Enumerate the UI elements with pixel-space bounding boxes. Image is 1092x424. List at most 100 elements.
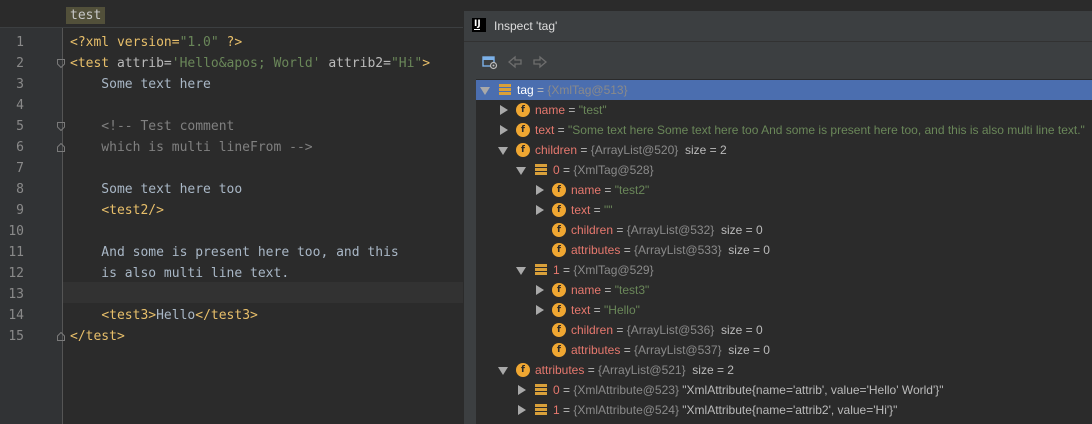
code-line[interactable]: <?xml version="1.0" ?>: [70, 32, 242, 53]
fold-marker-icon[interactable]: [57, 122, 65, 131]
tree-node[interactable]: tag = {XmlTag@513}: [476, 80, 1092, 100]
code-token: >: [422, 56, 431, 71]
tree-node[interactable]: f name = "test3": [476, 280, 1092, 300]
node-name: 1: [553, 403, 560, 417]
fold-marker-icon[interactable]: [57, 143, 65, 152]
line-number: 5: [16, 119, 24, 134]
fold-marker-icon[interactable]: [57, 59, 65, 68]
tree-node[interactable]: f name = "test": [476, 100, 1092, 120]
code-line[interactable]: <!-- Test comment: [70, 116, 234, 137]
code-line[interactable]: <test3>Hello</test3>: [70, 305, 258, 326]
line-number: 11: [8, 245, 24, 260]
code-editor[interactable]: test 1 2 3 4 5 6 7 8 9 10 11 12 13 14 15 <?xml version…: [0, 0, 463, 424]
fold-marker-icon[interactable]: [57, 332, 65, 341]
code-line[interactable]: Some text here: [70, 74, 211, 95]
node-type: {XmlAttribute@524}: [573, 403, 679, 417]
tree-node[interactable]: f text = "Some text here Some text here t…: [476, 120, 1092, 140]
expand-arrow-closed-icon[interactable]: [536, 285, 544, 295]
code-token: "1.0": [179, 35, 219, 50]
tree-node[interactable]: f children = {ArrayList@532} size = 0: [476, 220, 1092, 240]
line-number: 10: [8, 224, 24, 239]
node-size: size = 2: [692, 363, 734, 377]
line-number-gutter[interactable]: 1 2 3 4 5 6 7 8 9 10 11 12 13 14 15: [0, 28, 65, 424]
field-icon: f: [516, 363, 530, 377]
node-value: "": [604, 203, 613, 217]
tree-node-label: text = "Hello": [571, 303, 640, 317]
tree-node[interactable]: f attributes = {ArrayList@533} size = 0: [476, 240, 1092, 260]
expand-arrow-open-icon[interactable]: [516, 167, 526, 175]
node-value: "test": [578, 103, 607, 117]
code-line[interactable]: <test attrib='Hello&apos; World' attrib2…: [70, 53, 430, 74]
line-number: 4: [16, 98, 24, 113]
code-line[interactable]: And some is present here too, and this: [70, 242, 398, 263]
node-name: attributes: [571, 343, 621, 357]
inspect-window: IJ Inspect 'tag' tag = {XmlTag@513} f name…: [463, 11, 1092, 424]
expand-arrow-open-icon[interactable]: [516, 267, 526, 275]
tree-node[interactable]: 0 = {XmlTag@528}: [476, 160, 1092, 180]
expand-arrow-closed-icon[interactable]: [536, 205, 544, 215]
field-icon: f: [552, 203, 566, 217]
code-line[interactable]: Some text here too: [70, 179, 242, 200]
tree-node[interactable]: f text = "": [476, 200, 1092, 220]
field-icon: f: [516, 143, 530, 157]
object-icon: [534, 163, 548, 177]
expand-arrow-open-icon[interactable]: [480, 87, 490, 95]
node-size: size = 0: [720, 323, 763, 337]
tree-node[interactable]: 1 = {XmlTag@529}: [476, 260, 1092, 280]
code-token: </test>: [70, 329, 125, 344]
tree-node-label: attributes = {ArrayList@521} size = 2: [535, 363, 734, 377]
view-settings-icon[interactable]: [482, 54, 498, 70]
line-number: 6: [16, 140, 24, 155]
tree-node[interactable]: 0 = {XmlAttribute@523} "XmlAttribute{nam…: [476, 380, 1092, 400]
tree-node[interactable]: f name = "test2": [476, 180, 1092, 200]
line-number: 9: [16, 203, 24, 218]
node-value: "Some text here Some text here too And s…: [568, 123, 1085, 137]
tree-node-label: children = {ArrayList@532} size = 0: [571, 223, 763, 237]
object-tree[interactable]: tag = {XmlTag@513} f name = "test" f text = …: [476, 79, 1092, 424]
code-line[interactable]: which is multi lineFrom -->: [70, 137, 312, 158]
field-icon: f: [552, 243, 566, 257]
tree-node[interactable]: 1 = {XmlAttribute@524} "XmlAttribute{nam…: [476, 400, 1092, 420]
expand-arrow-open-icon[interactable]: [498, 147, 508, 155]
expand-arrow-closed-icon[interactable]: [518, 405, 526, 415]
back-arrow-icon[interactable]: [507, 54, 523, 70]
code-line[interactable]: </test>: [70, 326, 125, 347]
code-line[interactable]: is also multi line text.: [70, 263, 289, 284]
field-icon: f: [552, 183, 566, 197]
expand-arrow-closed-icon[interactable]: [536, 305, 544, 315]
code-token: </test3>: [195, 308, 258, 323]
tree-node[interactable]: f text = "Hello": [476, 300, 1092, 320]
node-type: {XmlTag@529}: [573, 263, 654, 277]
tree-node[interactable]: f attributes = {ArrayList@537} size = 0: [476, 340, 1092, 360]
tree-node[interactable]: f attributes = {ArrayList@521} size = 2: [476, 360, 1092, 380]
object-icon: [534, 263, 548, 277]
breadcrumb-bar: test: [0, 0, 463, 28]
window-title: Inspect 'tag': [494, 19, 558, 33]
forward-arrow-icon[interactable]: [532, 54, 548, 70]
tree-node[interactable]: f children = {ArrayList@536} size = 0: [476, 320, 1092, 340]
node-name: tag: [517, 83, 534, 97]
line-number: 1: [16, 35, 24, 50]
expand-arrow-closed-icon[interactable]: [518, 385, 526, 395]
tree-node-label: name = "test3": [571, 283, 650, 297]
line-number: 7: [16, 161, 24, 176]
line-number: 12: [8, 266, 24, 281]
node-type: {ArrayList@537}: [634, 343, 722, 357]
expand-arrow-closed-icon[interactable]: [536, 185, 544, 195]
tree-node-label: name = "test2": [571, 183, 650, 197]
expand-arrow-closed-icon[interactable]: [500, 105, 508, 115]
field-icon: f: [552, 283, 566, 297]
expand-arrow-open-icon[interactable]: [498, 367, 508, 375]
node-type: {ArrayList@533}: [634, 243, 722, 257]
expand-arrow-closed-icon[interactable]: [500, 125, 508, 135]
code-token: <?xml version=: [70, 35, 180, 50]
tree-node[interactable]: f children = {ArrayList@520} size = 2: [476, 140, 1092, 160]
code-line[interactable]: <test2/>: [70, 200, 164, 221]
node-name: 0: [553, 383, 560, 397]
breadcrumb[interactable]: test: [66, 7, 106, 24]
code-token: World': [265, 56, 321, 71]
node-name: children: [571, 323, 614, 337]
code-token: Hello: [156, 308, 196, 323]
window-title-bar[interactable]: IJ Inspect 'tag': [464, 11, 1092, 42]
